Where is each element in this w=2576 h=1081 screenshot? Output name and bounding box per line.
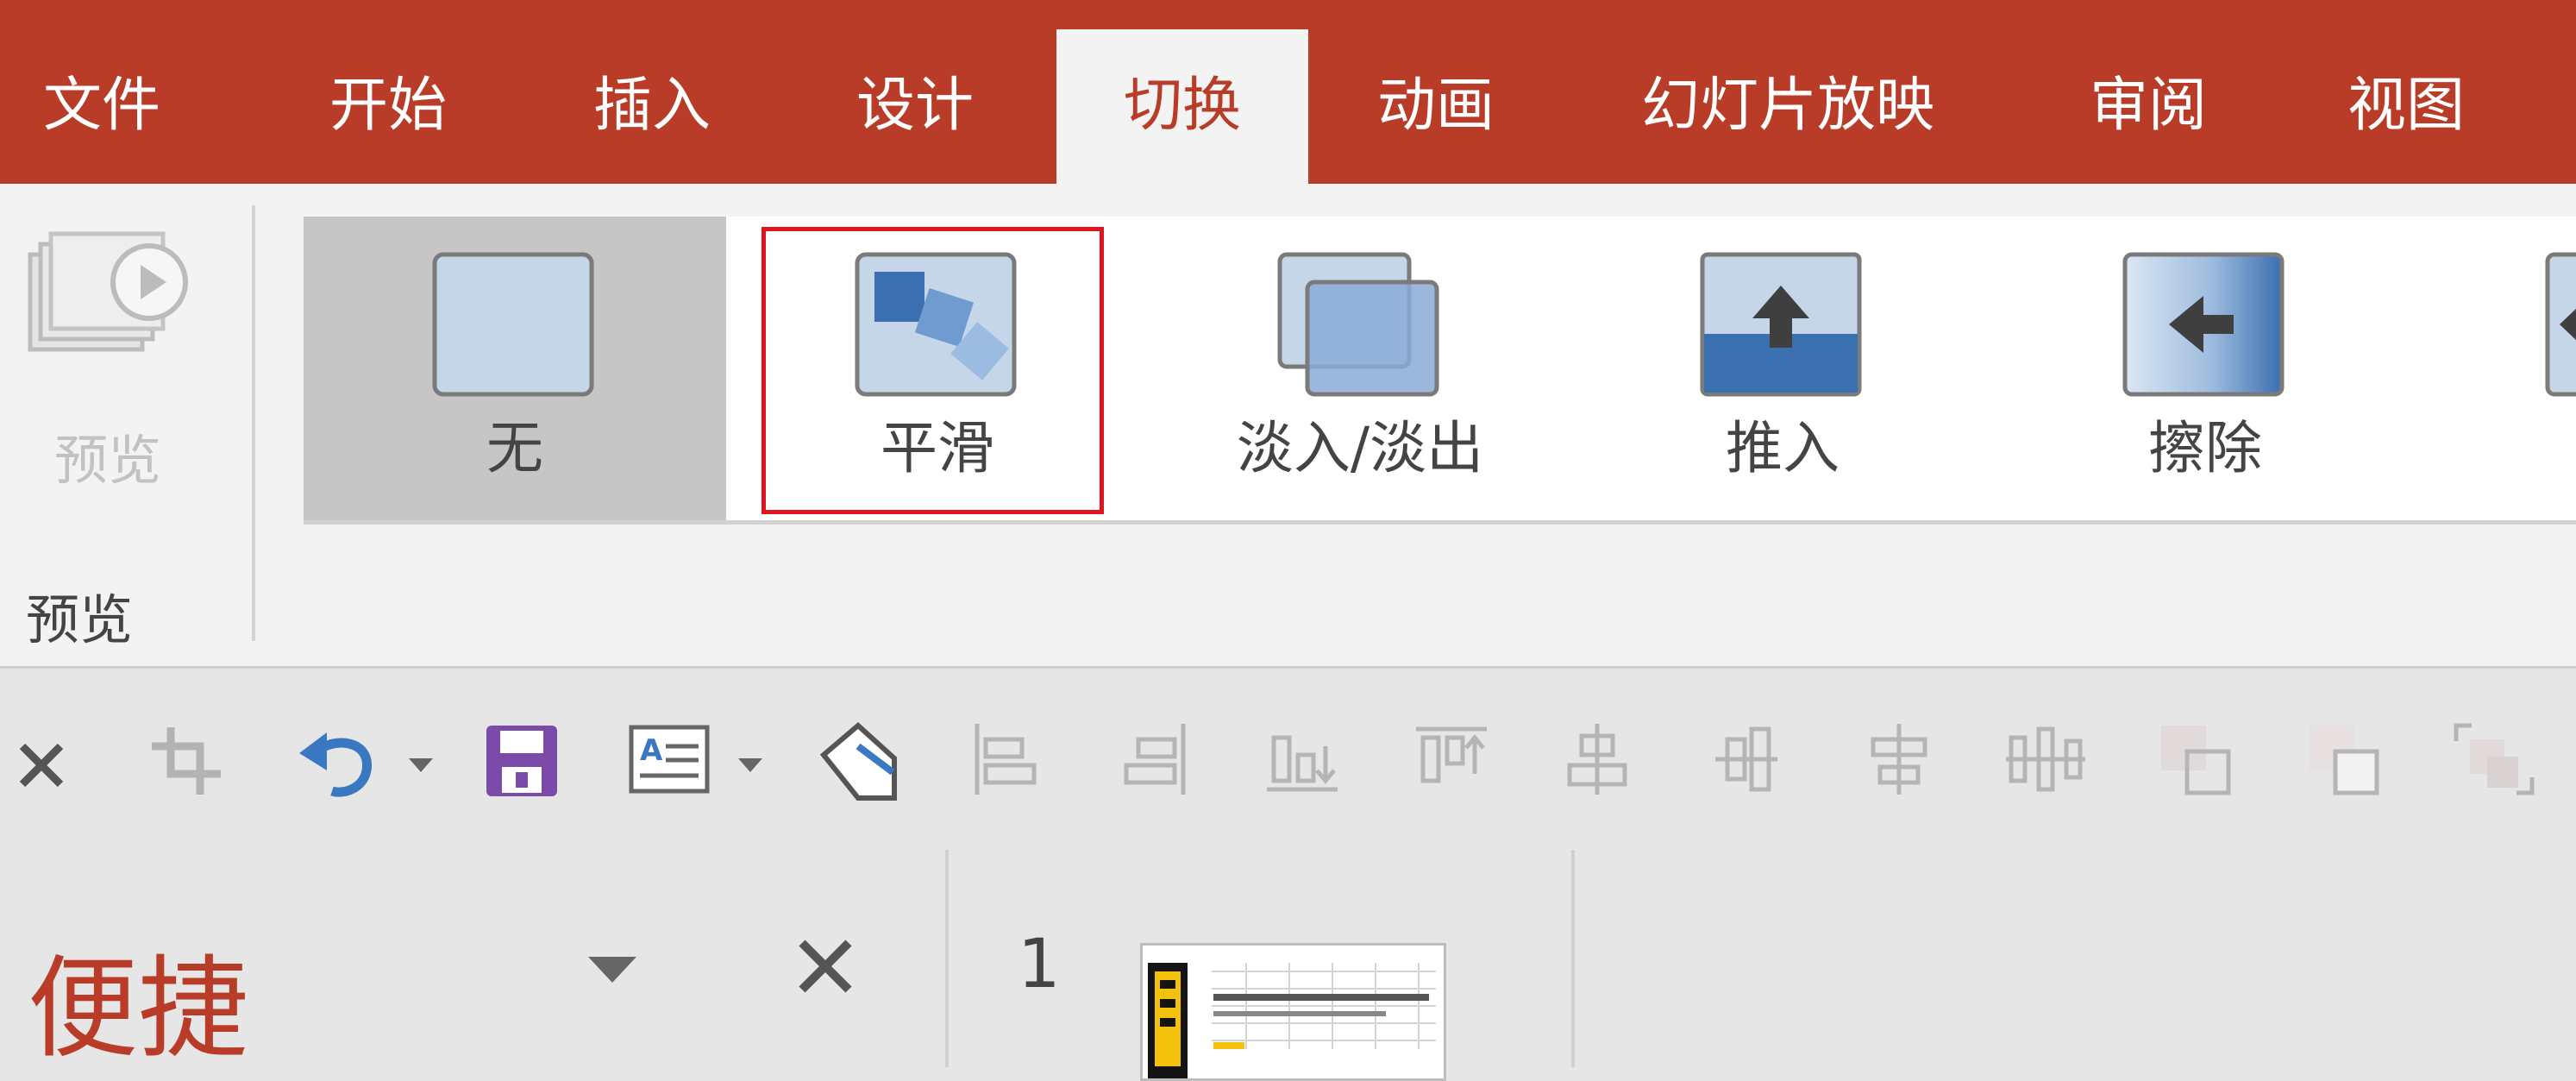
transition-morph[interactable]: 平滑 (726, 217, 1149, 520)
preview-icon (22, 231, 194, 396)
bring-forward-icon[interactable] (2156, 669, 2234, 850)
align-right-icon[interactable] (1121, 669, 1190, 850)
slide-thumbnail[interactable] (1140, 943, 1446, 1081)
align-center-icon[interactable] (1563, 669, 1632, 850)
pane-title: 便捷 (28, 945, 249, 1073)
align-bottom-icon[interactable] (1263, 669, 1341, 850)
transition-gallery: 无 平滑 淡入/淡出 推入 擦除 (304, 217, 2576, 525)
tab-design[interactable]: 设计 (856, 0, 974, 184)
group-icon[interactable] (2451, 669, 2537, 850)
tab-transitions[interactable]: 切换 (1056, 29, 1308, 184)
close-icon[interactable] (16, 669, 67, 850)
tab-review[interactable]: 审阅 (2090, 0, 2207, 184)
push-transition-icon (1699, 251, 1863, 398)
quick-access-toolbar: A (0, 669, 2576, 850)
workspace-area: 便捷 1 (0, 850, 2576, 1081)
undo-icon[interactable] (298, 669, 379, 850)
transition-split[interactable]: 分 (2416, 217, 2576, 520)
ribbon-panel: 预览 预览 无 平滑 淡入/淡出 推入 擦除 (0, 184, 2576, 669)
send-backward-icon[interactable] (2304, 669, 2382, 850)
align-top-icon[interactable] (1413, 669, 1490, 850)
align-middle-icon[interactable] (1712, 669, 1781, 850)
tab-insert[interactable]: 插入 (593, 0, 711, 184)
group-separator (252, 205, 255, 641)
tab-home[interactable]: 开始 (329, 0, 447, 184)
preview-group-label: 预览 (26, 588, 134, 651)
distribute-horizontal-icon[interactable] (2003, 669, 2089, 850)
format-painter-icon[interactable] (815, 669, 901, 850)
tab-slideshow[interactable]: 幻灯片放映 (1641, 0, 1934, 184)
transition-wipe[interactable]: 擦除 (1994, 217, 2416, 520)
pane-separator-right (1571, 850, 1575, 1067)
transition-push-label: 推入 (1726, 415, 1840, 481)
tab-animations[interactable]: 动画 (1377, 0, 1495, 184)
transition-none[interactable]: 无 (304, 217, 726, 520)
align-left-icon[interactable] (970, 669, 1039, 850)
pane-close-icon[interactable] (795, 936, 856, 1000)
distribute-vertical-icon[interactable] (1865, 669, 1934, 850)
svg-text:A: A (640, 733, 663, 768)
fade-transition-icon (1276, 251, 1440, 398)
pane-dropdown-icon[interactable] (586, 953, 638, 991)
crop-icon[interactable] (147, 669, 224, 850)
transition-split-label: 分 (2416, 402, 2576, 485)
none-transition-icon (431, 251, 595, 398)
tab-view[interactable]: 视图 (2347, 0, 2465, 184)
text-box-dropdown-icon[interactable] (733, 669, 768, 850)
ribbon-tab-bar: 文件 开始 插入 设计 切换 动画 幻灯片放映 审阅 视图 (0, 0, 2576, 184)
save-icon[interactable] (483, 669, 561, 850)
morph-transition-icon (854, 251, 1018, 398)
pane-separator (945, 850, 949, 1067)
transition-morph-label: 平滑 (881, 415, 994, 481)
transition-push[interactable]: 推入 (1571, 217, 1994, 520)
preview-button[interactable]: 预览 (22, 220, 194, 492)
preview-button-label: 预览 (53, 429, 161, 492)
slide-number: 1 (1018, 926, 1061, 1003)
transition-fade[interactable]: 淡入/淡出 (1149, 217, 1571, 520)
wipe-transition-icon (2122, 251, 2285, 398)
text-box-icon[interactable]: A (628, 669, 714, 850)
undo-dropdown-icon[interactable] (404, 669, 438, 850)
transition-wipe-label: 擦除 (2148, 415, 2262, 481)
transition-none-label: 无 (486, 415, 543, 481)
tab-file[interactable]: 文件 (43, 0, 160, 184)
transition-fade-label: 淡入/淡出 (1236, 415, 1484, 481)
split-transition-icon (2544, 251, 2576, 398)
